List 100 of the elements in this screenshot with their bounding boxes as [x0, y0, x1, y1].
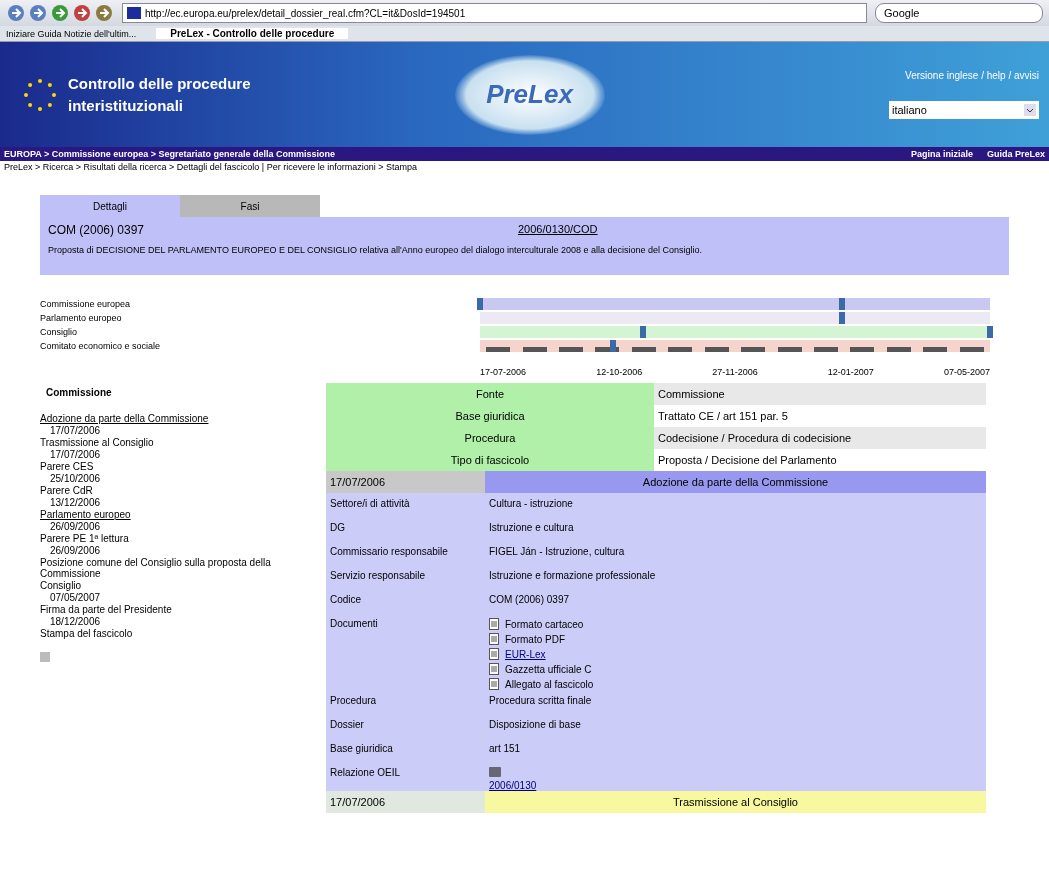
nav-link[interactable]: Pagina iniziale — [910, 149, 973, 159]
timeline-segment — [668, 347, 693, 352]
table-cell: 17/07/2006 — [326, 471, 485, 493]
table-cell: Istruzione e formazione professionale — [489, 570, 656, 581]
table-cell-text: Procedura — [329, 694, 378, 706]
event-name: Parere CES — [40, 461, 95, 472]
document-link[interactable]: EUR-Lex — [505, 648, 546, 660]
dossier-number: COM (2006) 0397 — [48, 223, 146, 237]
event-name: Consiglio — [40, 580, 83, 591]
site-title: Controllo delle procedure interistituzionali — [68, 73, 252, 116]
timeline-segment — [631, 347, 656, 352]
axis-date: 07-05-2007 — [943, 367, 990, 377]
event-marker[interactable] — [477, 298, 483, 310]
navigation-path: EUROPA > Commissione europea > Segretariato generale della Commissione — [4, 149, 336, 159]
square-icon — [40, 652, 50, 662]
nav-link[interactable]: Guida PreLex — [986, 149, 1045, 159]
event-marker[interactable] — [640, 326, 647, 338]
event-name: Posizione comune del Consiglio sulla proposta della Commissione — [40, 557, 272, 579]
document-name: Formato PDF — [505, 633, 565, 645]
document-icon — [489, 663, 499, 675]
event-link[interactable]: Parlamento europeo — [40, 509, 330, 520]
breadcrumb: PreLex > Ricerca > Risultati della ricerca > Dettagli del fascicolo | Per ricevere le informazioni > Stampa — [3, 161, 419, 174]
logo: PreLex — [454, 54, 605, 135]
event-date: 25/10/2006 — [49, 473, 102, 484]
timeline-label: Consiglio — [40, 327, 79, 337]
language-select[interactable]: italiano — [889, 101, 1039, 119]
event-date: 26/09/2006 — [49, 545, 102, 556]
document-name: Gazzetta ufficiale C — [505, 663, 592, 675]
bookmarks-text: Iniziare Guida Notizie dell'ultim... — [6, 28, 137, 39]
document-icon — [489, 648, 499, 660]
search-field[interactable]: Google — [875, 3, 1043, 23]
timeline-segment — [850, 347, 875, 352]
dossier-summary: Proposta di DECISIONE DEL PARLAMENTO EUROPEO E DEL CONSIGLIO relativa all'Anno europeo del dialogo interculturale 2008 e alla decisione del Consiglio. — [48, 245, 704, 255]
event-name: Trasmissione al Consiglio — [40, 437, 155, 448]
table-cell: Codecisione / Procedura di codecisione — [654, 427, 986, 449]
forward-button[interactable] — [28, 3, 48, 23]
forward-icon — [28, 3, 48, 23]
tab[interactable]: Fasi — [180, 195, 320, 217]
event-marker[interactable] — [987, 326, 993, 338]
timeline-segment — [814, 347, 838, 352]
table-cell-text: Codice — [329, 593, 363, 605]
table-cell: COM (2006) 0397 — [489, 594, 570, 605]
event-name: Parere CdR — [40, 485, 94, 496]
event-header: Trasmissione al Consiglio — [485, 791, 986, 813]
timeline-segment — [886, 347, 911, 352]
axis-date: 27-11-2006 — [712, 367, 758, 377]
table-cell: Cultura - istruzione — [489, 498, 573, 509]
table-cell-text: Dossier — [329, 718, 365, 730]
table-link[interactable]: 2006/0130 — [489, 780, 537, 791]
dossier-link[interactable]: 2006/0130/COD — [518, 223, 598, 237]
table-cell: art 151 — [489, 743, 521, 754]
table-cell-text: Base giuridica — [329, 742, 394, 754]
table-cell-text: Relazione OEIL — [329, 766, 402, 778]
document-icon — [489, 678, 499, 690]
address-field[interactable]: http://ec.europa.eu/prelex/detail_dossier_real.cfm?CL=it&DosId=194501 — [122, 3, 867, 23]
event-marker[interactable] — [839, 312, 846, 324]
search-text: Google — [884, 7, 920, 19]
tab[interactable]: Dettagli — [40, 195, 180, 217]
table-cell: FIGEL Ján - Istruzione, cultura — [489, 546, 625, 557]
timeline-segment — [777, 347, 802, 352]
table-cell-text: DG — [329, 521, 346, 533]
event-date: 13/12/2006 — [49, 497, 102, 508]
table-cell: Tipo di fascicolo — [326, 449, 654, 471]
browser-tab[interactable]: PreLex - Controllo delle procedure — [156, 28, 349, 39]
timeline-segment — [959, 347, 984, 352]
timeline-segment — [741, 347, 766, 352]
event-header: Adozione da parte della Commissione — [485, 471, 986, 493]
table-cell: Istruzione e cultura — [489, 522, 574, 533]
caret-icon — [1024, 104, 1036, 116]
event-name: Stampa del fascicolo — [40, 628, 134, 639]
timeline-segment — [923, 347, 948, 352]
sidebar-title: Commissione — [46, 387, 113, 398]
table-cell: Base giuridica — [326, 405, 654, 427]
address-text: http://ec.europa.eu/prelex/detail_dossier_real.cfm?CL=it&DosId=194501 — [145, 7, 466, 19]
table-cell-text: Servizio responsabile — [329, 569, 427, 581]
timeline-label: Comitato economico e sociale — [40, 341, 162, 351]
table-cell: Procedura scritta finale — [489, 695, 592, 706]
document-icon — [489, 633, 499, 645]
document-name: Allegato al fascicolo — [505, 678, 594, 690]
axis-date: 12-10-2006 — [596, 367, 643, 377]
timeline-segment — [704, 347, 729, 352]
table-cell-text: Settore/i di attività — [329, 497, 411, 509]
timeline-segment — [486, 347, 511, 352]
timeline-segment — [559, 347, 584, 352]
event-date: 17/07/2006 — [49, 425, 102, 436]
table-cell: Procedura — [326, 427, 654, 449]
table-cell: Fonte — [326, 383, 654, 405]
event-name: Parere PE 1ª lettura — [40, 533, 130, 544]
event-marker[interactable] — [839, 298, 846, 310]
event-date: 26/09/2006 — [49, 521, 102, 532]
timeline-label: Parlamento europeo — [40, 313, 123, 323]
event-marker[interactable] — [609, 340, 616, 352]
event-name: Firma da parte del Presidente — [40, 604, 173, 615]
document-name: Formato cartaceo — [505, 618, 584, 630]
event-date: 07/05/2007 — [49, 592, 102, 603]
axis-date: 17-07-2006 — [480, 367, 527, 377]
table-cell: Disposizione di base — [489, 719, 581, 730]
timeline-segment — [522, 347, 547, 352]
site-icon — [127, 7, 141, 19]
document-icon — [489, 767, 501, 777]
